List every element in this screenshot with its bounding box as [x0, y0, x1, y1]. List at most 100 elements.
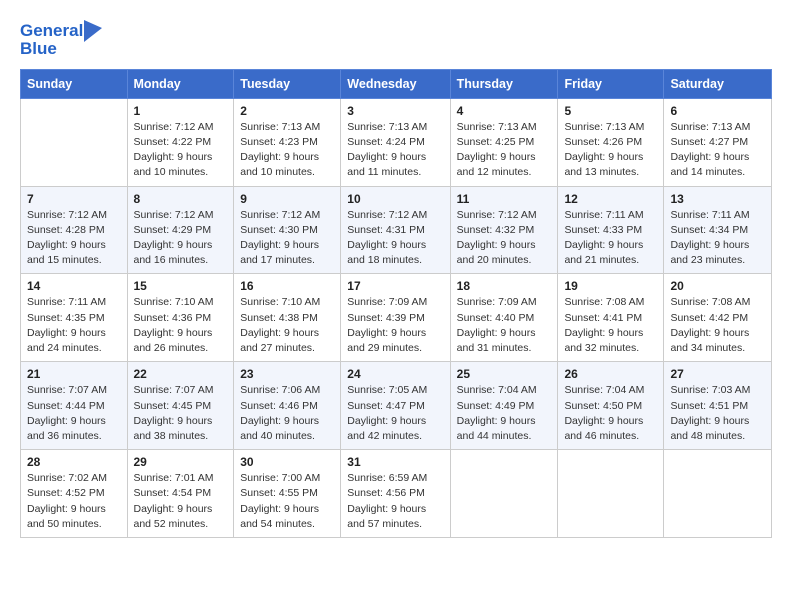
day-header-wednesday: Wednesday	[341, 69, 450, 98]
calendar-cell: 14 Sunrise: 7:11 AM Sunset: 4:35 PM Dayli…	[21, 274, 128, 362]
logo-general: General	[20, 21, 83, 40]
day-number: 13	[670, 192, 765, 206]
day-info: Sunrise: 7:11 AM Sunset: 4:35 PM Dayligh…	[27, 295, 121, 356]
day-number: 25	[457, 367, 552, 381]
calendar-cell: 25 Sunrise: 7:04 AM Sunset: 4:49 PM Dayli…	[450, 362, 558, 450]
day-number: 31	[347, 455, 443, 469]
day-header-monday: Monday	[127, 69, 234, 98]
day-number: 30	[240, 455, 334, 469]
logo-icon	[84, 20, 102, 42]
calendar-cell: 5 Sunrise: 7:13 AM Sunset: 4:26 PM Daylig…	[558, 98, 664, 186]
day-info: Sunrise: 7:13 AM Sunset: 4:27 PM Dayligh…	[670, 120, 765, 181]
day-number: 9	[240, 192, 334, 206]
day-info: Sunrise: 7:01 AM Sunset: 4:54 PM Dayligh…	[134, 471, 228, 532]
day-info: Sunrise: 7:10 AM Sunset: 4:36 PM Dayligh…	[134, 295, 228, 356]
day-number: 7	[27, 192, 121, 206]
calendar-cell: 30 Sunrise: 7:00 AM Sunset: 4:55 PM Dayli…	[234, 450, 341, 538]
calendar-week-5: 28Sunrise: 7:02 AM Sunset: 4:52 PM Dayli…	[21, 450, 772, 538]
day-number: 28	[27, 455, 121, 469]
calendar-cell: 27 Sunrise: 7:03 AM Sunset: 4:51 PM Dayli…	[664, 362, 772, 450]
day-info: Sunrise: 7:00 AM Sunset: 4:55 PM Dayligh…	[240, 471, 334, 532]
day-number: 11	[457, 192, 552, 206]
day-info: Sunrise: 7:08 AM Sunset: 4:42 PM Dayligh…	[670, 295, 765, 356]
day-info: Sunrise: 7:06 AM Sunset: 4:46 PM Dayligh…	[240, 383, 334, 444]
day-number: 18	[457, 279, 552, 293]
calendar-header-row: SundayMondayTuesdayWednesdayThursdayFrid…	[21, 69, 772, 98]
day-info: Sunrise: 7:03 AM Sunset: 4:51 PM Dayligh…	[670, 383, 765, 444]
calendar-cell: 17 Sunrise: 7:09 AM Sunset: 4:39 PM Dayli…	[341, 274, 450, 362]
calendar-cell: 18 Sunrise: 7:09 AM Sunset: 4:40 PM Dayli…	[450, 274, 558, 362]
logo-blue: Blue	[20, 39, 57, 58]
calendar-cell: 10 Sunrise: 7:12 AM Sunset: 4:31 PM Dayli…	[341, 186, 450, 274]
day-info: Sunrise: 7:13 AM Sunset: 4:23 PM Dayligh…	[240, 120, 334, 181]
day-info: Sunrise: 7:08 AM Sunset: 4:41 PM Dayligh…	[564, 295, 657, 356]
day-info: Sunrise: 7:12 AM Sunset: 4:29 PM Dayligh…	[134, 208, 228, 269]
day-number: 20	[670, 279, 765, 293]
calendar-cell: 11 Sunrise: 7:12 AM Sunset: 4:32 PM Dayli…	[450, 186, 558, 274]
day-number: 15	[134, 279, 228, 293]
day-number: 5	[564, 104, 657, 118]
calendar-cell: 1 Sunrise: 7:12 AM Sunset: 4:22 PM Daylig…	[127, 98, 234, 186]
day-header-thursday: Thursday	[450, 69, 558, 98]
day-info: Sunrise: 7:04 AM Sunset: 4:49 PM Dayligh…	[457, 383, 552, 444]
day-number: 12	[564, 192, 657, 206]
day-info: Sunrise: 7:12 AM Sunset: 4:30 PM Dayligh…	[240, 208, 334, 269]
calendar-cell	[558, 450, 664, 538]
calendar-cell: 28Sunrise: 7:02 AM Sunset: 4:52 PM Dayli…	[21, 450, 128, 538]
calendar-cell: 3 Sunrise: 7:13 AM Sunset: 4:24 PM Daylig…	[341, 98, 450, 186]
day-info: Sunrise: 7:10 AM Sunset: 4:38 PM Dayligh…	[240, 295, 334, 356]
calendar-cell: 7 Sunrise: 7:12 AM Sunset: 4:28 PM Daylig…	[21, 186, 128, 274]
day-info: Sunrise: 7:09 AM Sunset: 4:39 PM Dayligh…	[347, 295, 443, 356]
day-info: Sunrise: 7:12 AM Sunset: 4:32 PM Dayligh…	[457, 208, 552, 269]
page: General Blue SundayMondayTuesdayWednesda…	[0, 0, 792, 558]
day-number: 26	[564, 367, 657, 381]
calendar-cell	[664, 450, 772, 538]
calendar-cell: 6 Sunrise: 7:13 AM Sunset: 4:27 PM Daylig…	[664, 98, 772, 186]
day-info: Sunrise: 7:07 AM Sunset: 4:45 PM Dayligh…	[134, 383, 228, 444]
calendar-cell: 13Sunrise: 7:11 AM Sunset: 4:34 PM Dayli…	[664, 186, 772, 274]
header: General Blue	[20, 16, 772, 59]
day-number: 23	[240, 367, 334, 381]
day-info: Sunrise: 7:07 AM Sunset: 4:44 PM Dayligh…	[27, 383, 121, 444]
day-info: Sunrise: 7:04 AM Sunset: 4:50 PM Dayligh…	[564, 383, 657, 444]
calendar-week-3: 14 Sunrise: 7:11 AM Sunset: 4:35 PM Dayli…	[21, 274, 772, 362]
calendar-cell: 9 Sunrise: 7:12 AM Sunset: 4:30 PM Daylig…	[234, 186, 341, 274]
day-header-friday: Friday	[558, 69, 664, 98]
day-number: 3	[347, 104, 443, 118]
day-header-saturday: Saturday	[664, 69, 772, 98]
calendar-week-2: 7 Sunrise: 7:12 AM Sunset: 4:28 PM Daylig…	[21, 186, 772, 274]
day-info: Sunrise: 7:12 AM Sunset: 4:22 PM Dayligh…	[134, 120, 228, 181]
day-header-sunday: Sunday	[21, 69, 128, 98]
calendar-cell: 31Sunrise: 6:59 AM Sunset: 4:56 PM Dayli…	[341, 450, 450, 538]
calendar-cell: 22 Sunrise: 7:07 AM Sunset: 4:45 PM Dayli…	[127, 362, 234, 450]
logo: General Blue	[20, 20, 102, 59]
day-number: 17	[347, 279, 443, 293]
day-number: 10	[347, 192, 443, 206]
logo-text: General	[20, 22, 83, 41]
calendar-cell	[450, 450, 558, 538]
calendar-cell: 26 Sunrise: 7:04 AM Sunset: 4:50 PM Dayli…	[558, 362, 664, 450]
day-number: 29	[134, 455, 228, 469]
day-number: 16	[240, 279, 334, 293]
day-header-tuesday: Tuesday	[234, 69, 341, 98]
calendar-cell: 20 Sunrise: 7:08 AM Sunset: 4:42 PM Dayli…	[664, 274, 772, 362]
day-number: 1	[134, 104, 228, 118]
day-number: 6	[670, 104, 765, 118]
calendar-cell: 21 Sunrise: 7:07 AM Sunset: 4:44 PM Dayli…	[21, 362, 128, 450]
calendar-cell: 15 Sunrise: 7:10 AM Sunset: 4:36 PM Dayli…	[127, 274, 234, 362]
day-number: 22	[134, 367, 228, 381]
day-info: Sunrise: 7:12 AM Sunset: 4:28 PM Dayligh…	[27, 208, 121, 269]
day-info: Sunrise: 7:12 AM Sunset: 4:31 PM Dayligh…	[347, 208, 443, 269]
calendar-cell: 16 Sunrise: 7:10 AM Sunset: 4:38 PM Dayli…	[234, 274, 341, 362]
day-number: 27	[670, 367, 765, 381]
calendar-cell: 23 Sunrise: 7:06 AM Sunset: 4:46 PM Dayli…	[234, 362, 341, 450]
day-number: 14	[27, 279, 121, 293]
day-info: Sunrise: 7:09 AM Sunset: 4:40 PM Dayligh…	[457, 295, 552, 356]
day-info: Sunrise: 7:13 AM Sunset: 4:26 PM Dayligh…	[564, 120, 657, 181]
day-number: 21	[27, 367, 121, 381]
calendar-cell: 19 Sunrise: 7:08 AM Sunset: 4:41 PM Dayli…	[558, 274, 664, 362]
day-number: 19	[564, 279, 657, 293]
calendar-week-1: 1 Sunrise: 7:12 AM Sunset: 4:22 PM Daylig…	[21, 98, 772, 186]
calendar-cell: 29 Sunrise: 7:01 AM Sunset: 4:54 PM Dayli…	[127, 450, 234, 538]
day-info: Sunrise: 7:13 AM Sunset: 4:24 PM Dayligh…	[347, 120, 443, 181]
